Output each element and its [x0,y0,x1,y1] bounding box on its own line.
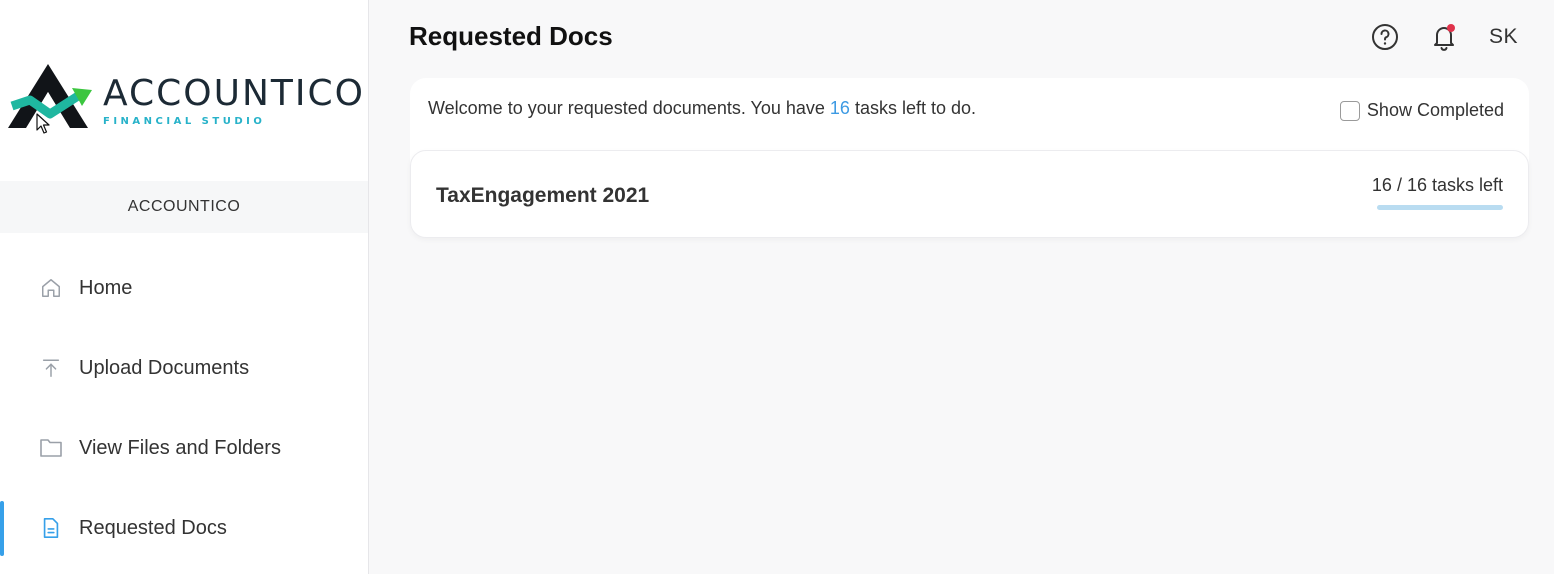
organization-name: ACCOUNTICO [0,181,368,233]
upload-icon [38,355,64,381]
mouse-cursor-icon [36,113,50,134]
requested-docs-panel: Welcome to your requested documents. You… [410,78,1529,238]
app-window: ACCOUNTICO FINANCIAL STUDIO ACCOUNTICO H… [0,0,1554,574]
main-content: Requested Docs SK Welcome to your reques… [369,0,1554,574]
page-title: Requested Docs [409,21,613,51]
sidebar-item-label: View Files and Folders [79,436,281,459]
notification-bell-icon[interactable] [1429,22,1459,52]
tasks-left-count: 16 [829,98,850,118]
engagement-title: TaxEngagement 2021 [436,184,650,207]
user-avatar[interactable]: SK [1489,25,1518,49]
sidebar-item-requested-docs[interactable]: Requested Docs [0,488,368,568]
brand-subtitle: FINANCIAL STUDIO [103,116,266,127]
sidebar: ACCOUNTICO FINANCIAL STUDIO ACCOUNTICO H… [0,0,369,574]
show-completed-checkbox[interactable] [1339,100,1360,121]
folder-icon [38,435,64,461]
welcome-suffix: tasks left to do. [849,98,977,118]
brand-title: ACCOUNTICO [103,73,365,114]
logo-mark-icon [8,64,92,128]
help-icon[interactable] [1370,22,1400,52]
sidebar-item-label: Upload Documents [79,356,250,379]
engagement-progress-text: 16 / 16 tasks left [1371,175,1503,195]
show-completed-toggle[interactable]: Show Completed [1339,100,1504,121]
sidebar-item-label: Home [79,276,133,299]
sidebar-item-home[interactable]: Home [0,248,368,328]
notification-dot [1446,24,1455,32]
welcome-message: Welcome to your requested documents. You… [428,98,976,119]
header-actions: SK [1370,22,1518,52]
sidebar-item-label: Requested Docs [79,516,227,539]
brand-logo[interactable]: ACCOUNTICO FINANCIAL STUDIO [8,62,363,132]
engagement-progress-bar [1377,205,1503,210]
welcome-prefix: Welcome to your requested documents. You… [428,98,830,118]
sidebar-nav: Home Upload Documents View Files and Fol… [0,248,368,568]
home-icon [38,275,64,301]
engagement-progress-fill [1377,205,1503,210]
document-icon [38,515,64,541]
show-completed-label: Show Completed [1366,100,1504,120]
sidebar-item-upload-documents[interactable]: Upload Documents [0,328,368,408]
sidebar-item-view-files-and-folders[interactable]: View Files and Folders [0,408,368,488]
engagement-card[interactable]: TaxEngagement 2021 16 / 16 tasks left [410,150,1529,238]
